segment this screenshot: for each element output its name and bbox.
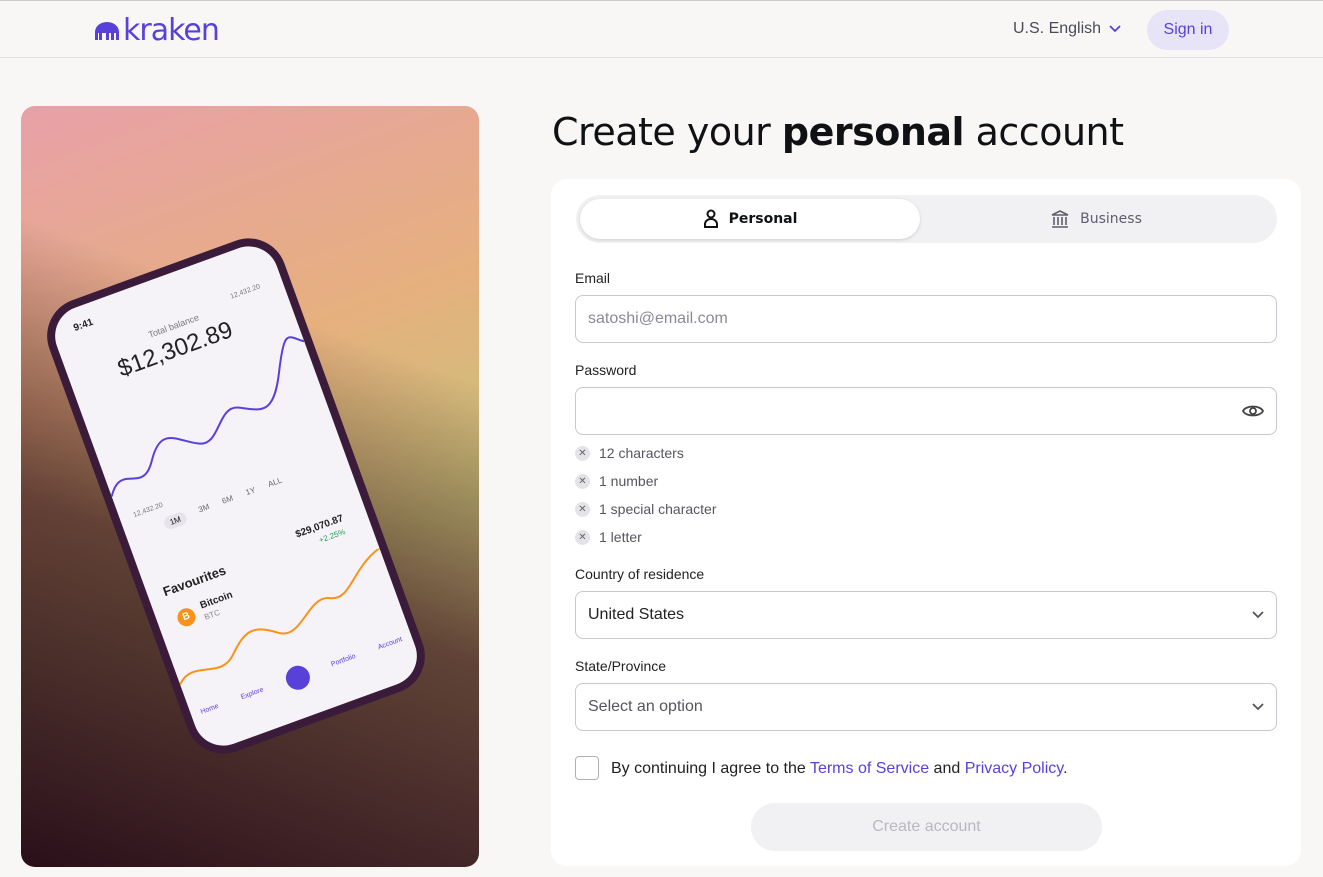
password-rule: ✕ 1 letter xyxy=(575,529,642,545)
x-icon: ✕ xyxy=(575,445,590,461)
account-type-toggle: Personal Business xyxy=(576,195,1277,243)
range-1m: 1M xyxy=(162,510,189,531)
range-6m: 6M xyxy=(220,493,235,506)
x-icon: ✕ xyxy=(575,529,590,545)
email-field[interactable]: satoshi@email.com xyxy=(575,295,1277,343)
chevron-down-icon xyxy=(1109,25,1121,33)
phone-btc-chart xyxy=(179,548,381,685)
password-rule: ✕ 1 number xyxy=(575,473,658,489)
email-placeholder: satoshi@email.com xyxy=(588,310,728,327)
language-selector[interactable]: U.S. English xyxy=(1013,20,1121,38)
brand-name: kraken xyxy=(123,13,220,48)
password-label: Password xyxy=(575,362,637,378)
country-label: Country of residence xyxy=(575,566,705,582)
bank-icon xyxy=(1051,210,1069,228)
person-icon xyxy=(703,209,718,228)
eye-icon[interactable] xyxy=(1242,403,1264,419)
terms-link[interactable]: Terms of Service xyxy=(810,760,929,777)
phone-time: 9:41 xyxy=(72,316,95,334)
x-icon: ✕ xyxy=(575,473,590,489)
top-bar: kraken U.S. English Sign in xyxy=(0,0,1323,58)
tab-personal[interactable]: Personal xyxy=(580,199,920,239)
email-label: Email xyxy=(575,270,611,286)
nav-portfolio: Portfolio xyxy=(330,652,357,669)
range-all: ALL xyxy=(266,475,284,490)
kraken-logo[interactable]: kraken xyxy=(93,13,220,48)
create-account-button[interactable]: Create account xyxy=(751,803,1102,851)
language-label: U.S. English xyxy=(1013,20,1102,37)
x-icon: ✕ xyxy=(575,501,590,517)
password-field[interactable] xyxy=(575,387,1277,435)
chevron-down-icon xyxy=(1252,611,1264,619)
phone-high: 12,432.20 xyxy=(229,283,262,301)
privacy-link[interactable]: Privacy Policy xyxy=(965,760,1063,777)
state-placeholder: Select an option xyxy=(588,698,703,715)
range-1y: 1Y xyxy=(244,485,257,498)
kraken-logo-icon xyxy=(95,21,119,40)
password-rule: ✕ 12 characters xyxy=(575,445,684,461)
nav-home: Home xyxy=(199,702,220,716)
terms-checkbox[interactable] xyxy=(575,756,599,780)
trade-icon xyxy=(282,662,314,694)
nav-account: Account xyxy=(377,636,404,652)
sign-in-button[interactable]: Sign in xyxy=(1147,10,1229,50)
signup-form: Personal Business Email satoshi@email.co… xyxy=(551,179,1301,866)
tab-business[interactable]: Business xyxy=(926,199,1266,239)
terms-text: By continuing I agree to the Terms of Se… xyxy=(611,760,1068,777)
password-rule: ✕ 1 special character xyxy=(575,501,717,517)
state-select[interactable]: Select an option xyxy=(575,683,1277,731)
nav-explore: Explore xyxy=(239,686,265,702)
hero-photo: 9:41 Total balance $12,302.89 12,432.20 … xyxy=(21,106,479,867)
country-value: United States xyxy=(588,606,685,623)
range-3m: 3M xyxy=(197,502,211,515)
chevron-down-icon xyxy=(1252,703,1264,711)
country-select[interactable]: United States xyxy=(575,591,1277,639)
tab-personal-label: Personal xyxy=(728,211,798,227)
state-label: State/Province xyxy=(575,658,667,674)
page-title: Create your personal account xyxy=(552,110,1124,154)
tab-business-label: Business xyxy=(1080,211,1142,227)
